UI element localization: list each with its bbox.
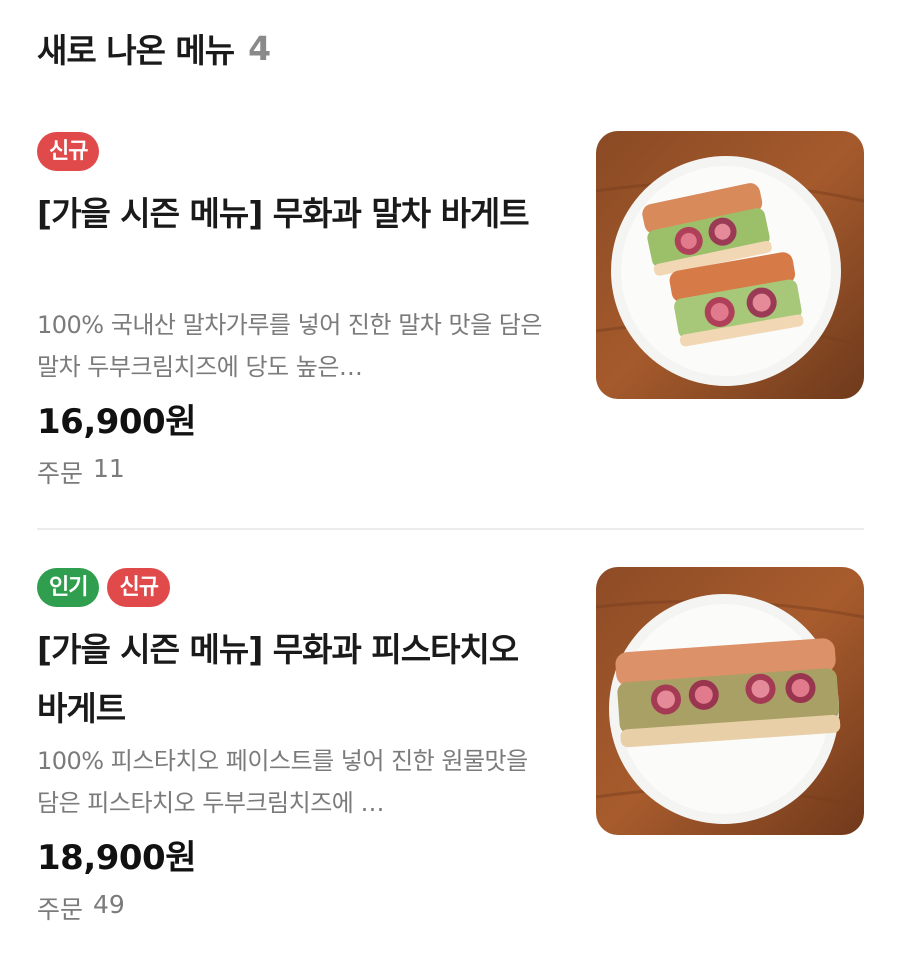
new-badge: 신규 <box>37 132 100 171</box>
menu-item-name: [가을 시즌 메뉴] 무화과 피스타치오 바게트 <box>37 630 519 728</box>
popular-badge: 인기 <box>37 568 100 607</box>
menu-item-description: 100% 피스타치오 페이스트를 넣어 진한 원물맛을 담은 피스타치오 두부크… <box>37 747 528 817</box>
menu-item-orders: 주문 11 <box>37 454 125 490</box>
section-divider <box>37 528 864 530</box>
menu-item-description: 100% 국내산 말차가루를 넣어 진한 말차 맛을 담은 말차 두부크림치즈에… <box>37 311 542 381</box>
orders-count: 49 <box>93 890 125 919</box>
orders-count: 11 <box>93 454 125 483</box>
fig-pistachio-baguette-photo[interactable] <box>596 567 864 835</box>
menu-item-price: 18,900원 <box>37 838 196 878</box>
menu-item[interactable]: 인기 신규 [가을 시즌 메뉴] 무화과 피스타치오 바게트 100% 피스타치… <box>37 567 864 928</box>
menu-item-orders: 주문 49 <box>37 890 125 926</box>
fig-matcha-baguette-photo[interactable] <box>596 131 864 399</box>
orders-label: 주문 <box>37 895 84 924</box>
section-header: 새로 나온 메뉴 4 <box>37 26 271 71</box>
orders-label: 주문 <box>37 459 84 488</box>
menu-item-price: 16,900원 <box>37 402 196 442</box>
section-count: 4 <box>248 28 271 68</box>
section-title: 새로 나온 메뉴 <box>37 31 235 70</box>
new-badge: 신규 <box>107 568 170 607</box>
menu-item[interactable]: 신규 [가을 시즌 메뉴] 무화과 말차 바게트 100% 국내산 말차가루를 … <box>37 131 864 492</box>
menu-item-name: [가을 시즌 메뉴] 무화과 말차 바게트 <box>37 194 530 233</box>
